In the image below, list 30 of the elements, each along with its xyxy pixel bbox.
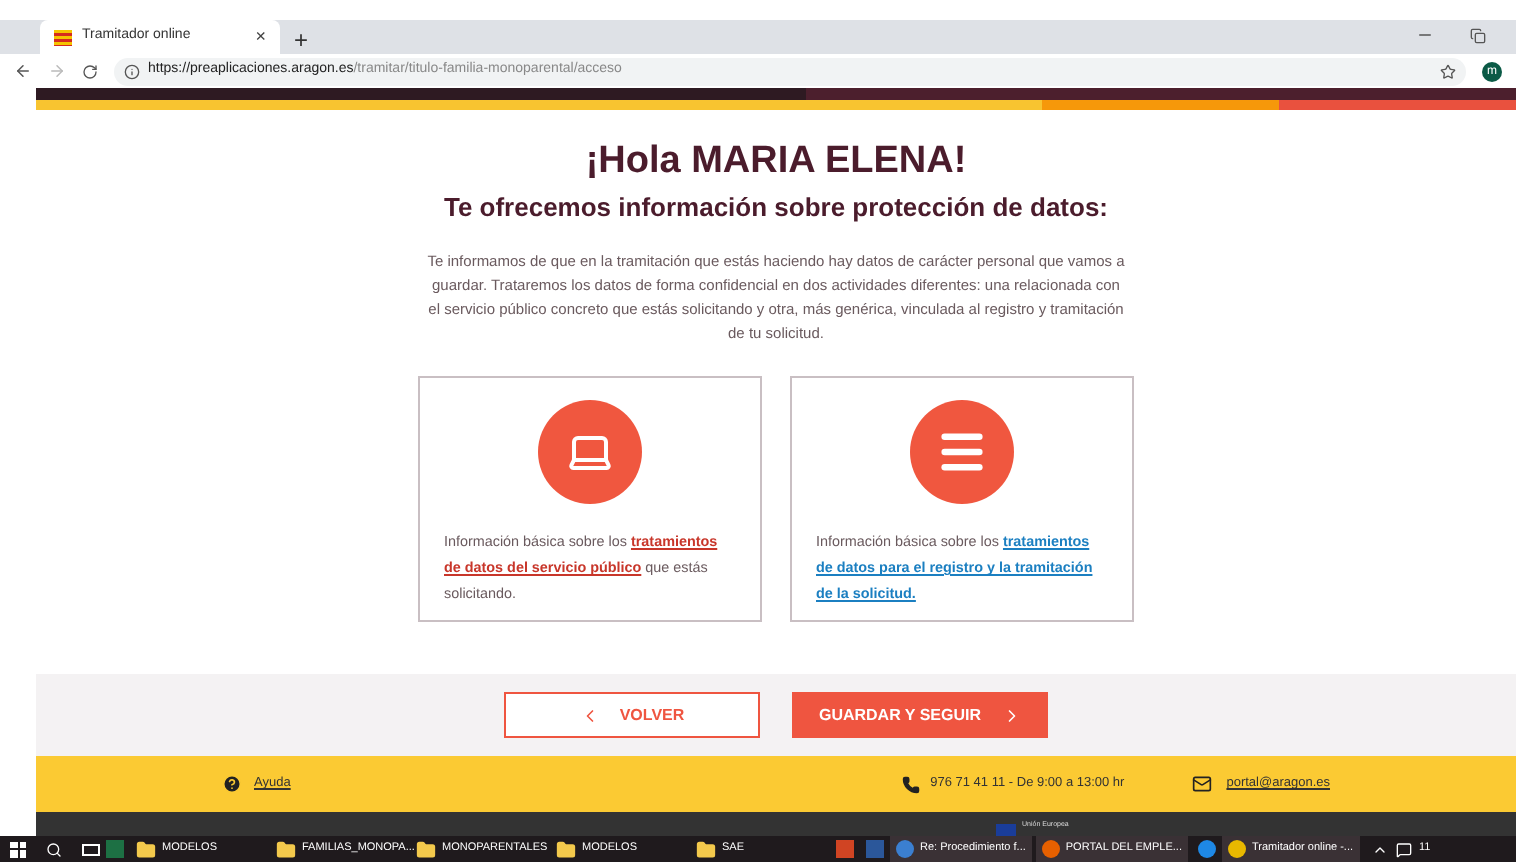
folder-icon bbox=[696, 839, 716, 859]
folder-icon bbox=[136, 839, 156, 859]
subtitle: Te ofrecemos información sobre protección de datos: bbox=[443, 191, 1109, 224]
bookmark-star-icon[interactable] bbox=[1440, 63, 1456, 79]
taskbar-item[interactable] bbox=[830, 836, 860, 862]
task-view-icon[interactable] bbox=[82, 843, 100, 855]
mail-client-icon bbox=[896, 840, 914, 858]
folder-icon bbox=[556, 839, 576, 859]
help-icon bbox=[222, 774, 242, 794]
mail-icon bbox=[1190, 774, 1215, 794]
reload-icon[interactable] bbox=[82, 63, 98, 79]
tab-close-button[interactable]: × bbox=[255, 23, 266, 51]
new-tab-button[interactable]: + bbox=[294, 28, 309, 52]
document-icon bbox=[866, 840, 884, 858]
start-icon[interactable] bbox=[10, 841, 26, 857]
browser-icon bbox=[1041, 840, 1060, 858]
folder-icon bbox=[416, 839, 436, 859]
slides-icon bbox=[836, 840, 854, 858]
taskbar-item[interactable] bbox=[860, 836, 890, 862]
search-icon[interactable] bbox=[46, 841, 62, 857]
eu-flag bbox=[996, 824, 1016, 836]
info-icon bbox=[124, 63, 140, 79]
restore-icon[interactable] bbox=[1470, 28, 1486, 44]
greeting-heading: ¡Hola MARIA ELENA! bbox=[585, 138, 967, 186]
notification-icon[interactable] bbox=[1395, 841, 1412, 857]
site-favicon bbox=[54, 29, 72, 45]
phone-icon bbox=[902, 775, 921, 793]
excel-icon bbox=[106, 840, 124, 858]
back-icon[interactable] bbox=[14, 62, 32, 80]
folder-icon bbox=[276, 839, 296, 859]
